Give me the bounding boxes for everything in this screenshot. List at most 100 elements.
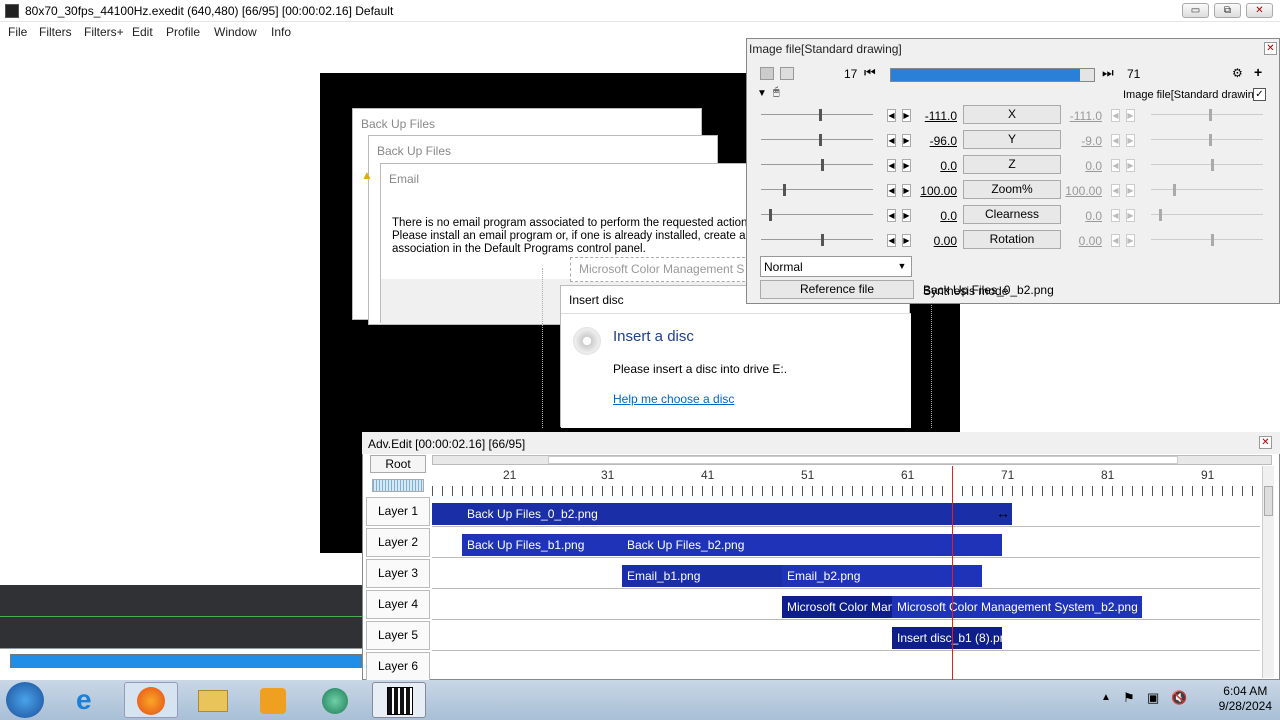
- panel-close-icon[interactable]: ✕: [1264, 42, 1277, 55]
- zoom-start-slider[interactable]: [761, 184, 873, 196]
- x-start-slider[interactable]: [761, 109, 873, 121]
- clip-layer4-colormgmt-b2[interactable]: Microsoft Color Management System_b2.png: [892, 596, 1142, 618]
- clearness-end-slider[interactable]: [1151, 209, 1263, 221]
- clip-layer5-insertdisc-b1[interactable]: Insert disc_b1 (8).png: [892, 627, 1002, 649]
- firefox-icon[interactable]: [124, 682, 178, 718]
- z-end-value[interactable]: 0.0: [1062, 159, 1102, 173]
- next-frame-icon[interactable]: ⏭: [1102, 65, 1114, 81]
- menu-edit[interactable]: Edit: [132, 25, 153, 39]
- timeline-ruler[interactable]: 21 31 41 51 61 71 81 91: [432, 466, 1260, 496]
- rotation-end-value[interactable]: 0.00: [1062, 234, 1102, 248]
- split-icon[interactable]: [760, 67, 774, 80]
- chevron-down-icon[interactable]: ▼: [895, 259, 909, 274]
- blend-mode-select[interactable]: Normal ▼: [760, 256, 912, 277]
- add-filter-icon[interactable]: +: [1254, 64, 1262, 80]
- increment-icon[interactable]: ▶: [902, 134, 911, 147]
- vscroll-thumb[interactable]: [1264, 486, 1273, 516]
- z-param-button[interactable]: Z: [963, 155, 1061, 174]
- x-end-value[interactable]: -111.0: [1062, 109, 1102, 123]
- layer-4-label[interactable]: Layer 4: [366, 590, 430, 619]
- rotation-start-value[interactable]: 0.00: [917, 234, 957, 248]
- rotation-end-slider[interactable]: [1151, 234, 1263, 246]
- decrement-icon[interactable]: ◀: [887, 184, 896, 197]
- clock[interactable]: 6:04 AM 9/28/2024: [1219, 684, 1272, 714]
- rotation-start-slider[interactable]: [761, 234, 873, 246]
- decrement-icon[interactable]: ◀: [1111, 234, 1120, 247]
- menu-filters-plus[interactable]: Filters+: [84, 25, 124, 39]
- root-button[interactable]: Root: [370, 455, 426, 473]
- x-end-slider[interactable]: [1151, 109, 1263, 121]
- flag-icon[interactable]: ⚑: [1123, 690, 1135, 706]
- increment-icon[interactable]: ▶: [1126, 234, 1135, 247]
- x-start-value[interactable]: -111.0: [917, 109, 957, 123]
- increment-icon[interactable]: ▶: [902, 159, 911, 172]
- decrement-icon[interactable]: ◀: [887, 159, 896, 172]
- reference-file-button[interactable]: Reference file: [760, 280, 914, 299]
- y-end-slider[interactable]: [1151, 134, 1263, 146]
- menu-window[interactable]: Window: [214, 25, 257, 39]
- help-link[interactable]: Help me choose a disc: [613, 392, 734, 406]
- clip-layer1-backup-0-b2[interactable]: Back Up Files_0_b2.png: [432, 503, 1012, 525]
- y-end-value[interactable]: -9.0: [1062, 134, 1102, 148]
- z-end-slider[interactable]: [1151, 159, 1263, 171]
- zoom-end-slider[interactable]: [1151, 184, 1263, 196]
- layer-5-row[interactable]: [432, 620, 1260, 651]
- mouse-icon[interactable]: 🖱: [773, 86, 780, 99]
- decrement-icon[interactable]: ◀: [1111, 159, 1120, 172]
- layer-3-label[interactable]: Layer 3: [366, 559, 430, 588]
- increment-icon[interactable]: ▶: [902, 109, 911, 122]
- decrement-icon[interactable]: ◀: [1111, 209, 1120, 222]
- x-param-button[interactable]: X: [963, 105, 1061, 124]
- media-player-icon[interactable]: [246, 682, 300, 718]
- clearness-start-slider[interactable]: [761, 209, 873, 221]
- decrement-icon[interactable]: ◀: [1111, 134, 1120, 147]
- tray-expand-icon[interactable]: ▲: [1101, 692, 1111, 703]
- decrement-icon[interactable]: ◀: [887, 134, 896, 147]
- object-checkbox[interactable]: ✓: [1253, 88, 1266, 101]
- clearness-start-value[interactable]: 0.0: [917, 209, 957, 223]
- decrement-icon[interactable]: ◀: [1111, 184, 1120, 197]
- maximize-button[interactable]: ⧉: [1214, 3, 1241, 18]
- decrement-icon[interactable]: ◀: [1111, 109, 1120, 122]
- frame-slider[interactable]: [890, 68, 1095, 82]
- z-start-value[interactable]: 0.0: [917, 159, 957, 173]
- clearness-end-value[interactable]: 0.0: [1062, 209, 1102, 223]
- prev-frame-icon[interactable]: ⏮: [864, 65, 876, 81]
- zoom-param-button[interactable]: Zoom%: [963, 180, 1061, 199]
- z-start-slider[interactable]: [761, 159, 873, 171]
- increment-icon[interactable]: ▶: [902, 234, 911, 247]
- increment-icon[interactable]: ▶: [902, 209, 911, 222]
- layer-6-label[interactable]: Layer 6: [366, 652, 430, 681]
- start-button-icon[interactable]: [6, 682, 44, 718]
- zoom-start-value[interactable]: 100.00: [917, 184, 957, 198]
- zoom-scale[interactable]: [372, 479, 424, 492]
- y-start-value[interactable]: -96.0: [917, 134, 957, 148]
- increment-icon[interactable]: ▶: [1126, 209, 1135, 222]
- increment-icon[interactable]: ▶: [1126, 109, 1135, 122]
- settings-icon[interactable]: ⚙: [1232, 66, 1243, 80]
- timeline-hscroll[interactable]: [432, 455, 1272, 465]
- minimize-button[interactable]: ▭: [1182, 3, 1209, 18]
- increment-icon[interactable]: ▶: [1126, 159, 1135, 172]
- close-button[interactable]: ✕: [1246, 3, 1273, 18]
- layer-1-label[interactable]: Layer 1: [366, 497, 430, 526]
- clip-layer2-backup-b1[interactable]: Back Up Files_b1.png: [462, 534, 622, 556]
- clip-layer2-backup-b2[interactable]: Back Up Files_b2.png: [622, 534, 1002, 556]
- decrement-icon[interactable]: ◀: [887, 209, 896, 222]
- volume-muted-icon[interactable]: 🔇: [1171, 690, 1187, 706]
- y-param-button[interactable]: Y: [963, 130, 1061, 149]
- timeline-vscroll[interactable]: [1262, 466, 1274, 678]
- app-icon-green[interactable]: [308, 682, 362, 718]
- layer-2-label[interactable]: Layer 2: [366, 528, 430, 557]
- layer-6-row[interactable]: [432, 651, 1260, 682]
- layer-5-label[interactable]: Layer 5: [366, 621, 430, 650]
- menu-info[interactable]: Info: [271, 25, 291, 39]
- menu-filters[interactable]: Filters: [39, 25, 72, 39]
- clip-layer3-email-b1[interactable]: Email_b1.png: [622, 565, 782, 587]
- network-icon[interactable]: ▣: [1147, 690, 1159, 706]
- increment-icon[interactable]: ▶: [902, 184, 911, 197]
- decrement-icon[interactable]: ◀: [887, 109, 896, 122]
- collapse-icon[interactable]: ▼: [757, 88, 767, 99]
- ie-icon[interactable]: e: [64, 682, 118, 718]
- decrement-icon[interactable]: ◀: [887, 234, 896, 247]
